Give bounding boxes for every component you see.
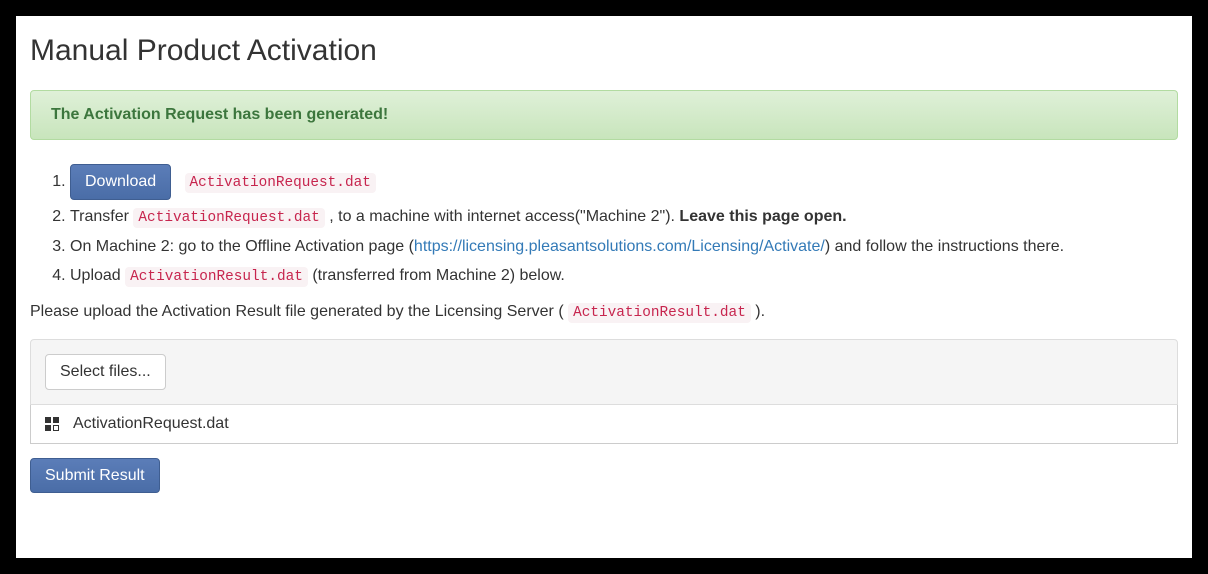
upload-prompt: Please upload the Activation Result file… xyxy=(30,303,1178,321)
request-file-chip-2: ActivationRequest.dat xyxy=(133,208,324,228)
prompt-suffix: ). xyxy=(751,303,765,320)
prompt-prefix: Please upload the Activation Result file… xyxy=(30,303,568,320)
step2-prefix: Transfer xyxy=(70,208,133,225)
download-button[interactable]: Download xyxy=(70,164,171,200)
upload-panel: Select files... xyxy=(30,339,1178,405)
step-upload: Upload ActivationResult.dat (transferred… xyxy=(70,263,1178,289)
page-title: Manual Product Activation xyxy=(30,34,1178,68)
instruction-list: Download ActivationRequest.dat Transfer … xyxy=(30,164,1178,289)
submit-wrap: Submit Result xyxy=(30,458,1178,494)
success-alert: The Activation Request has been generate… xyxy=(30,90,1178,140)
file-grid-icon xyxy=(45,417,59,431)
selected-file-list: ActivationRequest.dat xyxy=(30,405,1178,444)
step4-suffix: (transferred from Machine 2) below. xyxy=(312,267,565,284)
selected-file-name: ActivationRequest.dat xyxy=(73,415,229,433)
activation-url-link[interactable]: https://licensing.pleasantsolutions.com/… xyxy=(414,238,825,255)
request-file-chip: ActivationRequest.dat xyxy=(185,173,376,193)
result-file-chip: ActivationResult.dat xyxy=(125,267,308,287)
step-download: Download ActivationRequest.dat xyxy=(70,164,1178,200)
step-offline-activation: On Machine 2: go to the Offline Activati… xyxy=(70,234,1178,260)
step4-prefix: Upload xyxy=(70,267,125,284)
selected-file-row: ActivationRequest.dat xyxy=(31,405,1177,443)
activation-page: Manual Product Activation The Activation… xyxy=(16,16,1192,558)
step3-suffix: ) and follow the instructions there. xyxy=(825,238,1064,255)
step3-prefix: On Machine 2: go to the Offline Activati… xyxy=(70,238,414,255)
result-file-chip-2: ActivationResult.dat xyxy=(568,303,751,323)
step2-mid: , to a machine with internet access("Mac… xyxy=(329,208,679,225)
submit-result-button[interactable]: Submit Result xyxy=(30,458,160,494)
select-files-button[interactable]: Select files... xyxy=(45,354,166,390)
step2-bold: Leave this page open. xyxy=(679,208,846,225)
step-transfer: Transfer ActivationRequest.dat , to a ma… xyxy=(70,204,1178,230)
